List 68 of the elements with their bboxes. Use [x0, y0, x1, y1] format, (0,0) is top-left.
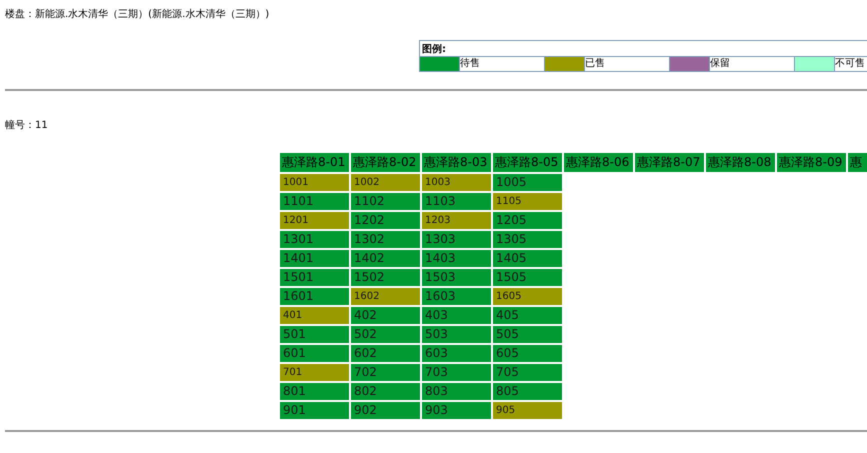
unit-cell[interactable]: 1302: [351, 231, 420, 248]
column-header: 惠泽路8-01: [280, 153, 349, 172]
unit-cell[interactable]: 903: [422, 402, 491, 419]
column-header: 惠泽路8-09: [777, 153, 846, 172]
project-name: 楼盘：新能源.水木清华（三期）(新能源.水木清华（三期）): [5, 8, 270, 21]
unit-cell[interactable]: 1303: [422, 231, 491, 248]
unit-cell[interactable]: 405: [493, 307, 562, 324]
unit-cell[interactable]: 502: [351, 326, 420, 343]
unit-cell[interactable]: 702: [351, 364, 420, 381]
unit-cell[interactable]: 1405: [493, 250, 562, 267]
unit-cell[interactable]: 1505: [493, 269, 562, 286]
unit-cell[interactable]: 1602: [351, 288, 420, 305]
unit-cell[interactable]: 601: [280, 345, 349, 362]
unit-cell[interactable]: 602: [351, 345, 420, 362]
unit-cell[interactable]: 1601: [280, 288, 349, 305]
unit-cell[interactable]: 902: [351, 402, 420, 419]
legend-label: 已售: [585, 57, 605, 71]
unit-cell[interactable]: 705: [493, 364, 562, 381]
unit-cell[interactable]: 501: [280, 326, 349, 343]
unit-cell[interactable]: 802: [351, 383, 420, 400]
column-header: 惠泽路8-06: [564, 153, 633, 172]
unit-cell[interactable]: 401: [280, 307, 349, 324]
unit-cell[interactable]: 1201: [280, 212, 349, 229]
legend-label: 保留: [710, 57, 730, 71]
unit-cell[interactable]: 901: [280, 402, 349, 419]
unit-cell[interactable]: 1305: [493, 231, 562, 248]
column-header: 惠泽路8-05: [493, 153, 562, 172]
unit-cell[interactable]: 703: [422, 364, 491, 381]
unit-cell[interactable]: 505: [493, 326, 562, 343]
legend-label: 待售: [460, 57, 480, 71]
unit-cell[interactable]: 1403: [422, 250, 491, 267]
legend-title: 图例:: [421, 42, 447, 56]
unit-cell[interactable]: 1005: [493, 174, 562, 191]
unit-cell[interactable]: 1102: [351, 193, 420, 210]
unit-cell[interactable]: 1605: [493, 288, 562, 305]
unit-cell[interactable]: 701: [280, 364, 349, 381]
column-header: 惠泽路8-02: [351, 153, 420, 172]
unit-cell[interactable]: 603: [422, 345, 491, 362]
unit-cell[interactable]: 1503: [422, 269, 491, 286]
unit-cell[interactable]: 403: [422, 307, 491, 324]
building-number: 幢号：11: [5, 118, 48, 132]
unit-cell[interactable]: 1203: [422, 212, 491, 229]
legend-label: 不可售: [835, 57, 865, 71]
unit-cell[interactable]: 1502: [351, 269, 420, 286]
unit-cell[interactable]: 1002: [351, 174, 420, 191]
unit-cell[interactable]: 803: [422, 383, 491, 400]
unit-cell[interactable]: 1603: [422, 288, 491, 305]
unit-cell[interactable]: 1301: [280, 231, 349, 248]
unit-cell[interactable]: 1205: [493, 212, 562, 229]
unit-cell[interactable]: 905: [493, 402, 562, 419]
unit-cell[interactable]: 1501: [280, 269, 349, 286]
column-header: 惠泽路8-03: [422, 153, 491, 172]
unit-cell[interactable]: 402: [351, 307, 420, 324]
unit-cell[interactable]: 1003: [422, 174, 491, 191]
unit-cell[interactable]: 1103: [422, 193, 491, 210]
column-header: 惠: [848, 153, 867, 172]
unit-cell[interactable]: 805: [493, 383, 562, 400]
unit-cell[interactable]: 1202: [351, 212, 420, 229]
unit-cell[interactable]: 1402: [351, 250, 420, 267]
column-header: 惠泽路8-08: [706, 153, 775, 172]
unit-cell[interactable]: 1401: [280, 250, 349, 267]
unit-cell[interactable]: 1101: [280, 193, 349, 210]
unit-cell[interactable]: 1105: [493, 193, 562, 210]
unit-cell[interactable]: 503: [422, 326, 491, 343]
column-header: 惠泽路8-07: [635, 153, 704, 172]
unit-cell[interactable]: 801: [280, 383, 349, 400]
unit-cell[interactable]: 605: [493, 345, 562, 362]
unit-cell[interactable]: 1001: [280, 174, 349, 191]
